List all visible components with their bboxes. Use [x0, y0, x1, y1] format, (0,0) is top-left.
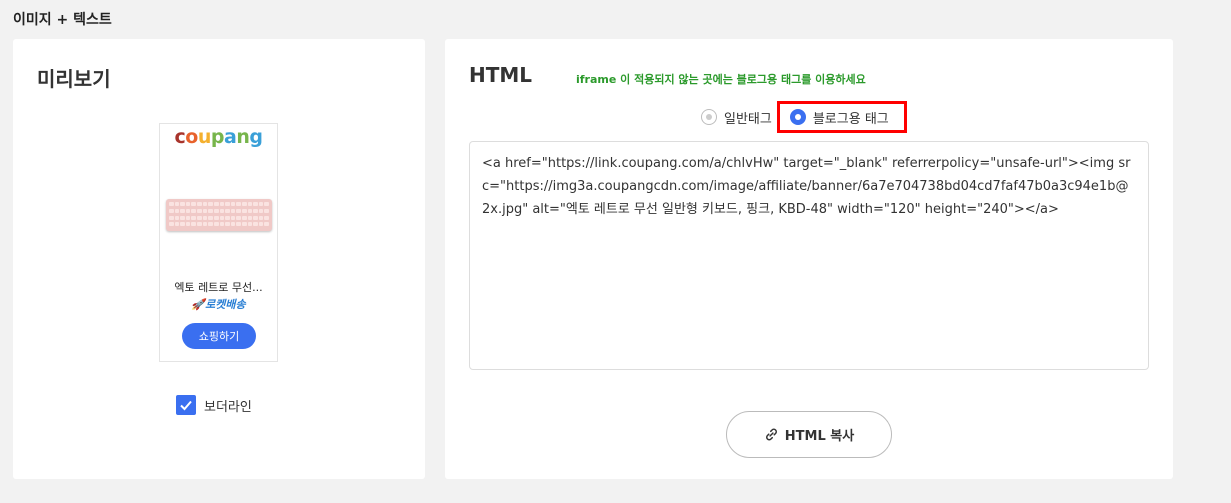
html-panel: HTML iframe 이 적용되지 않는 곳에는 블로그용 태그를 이용하세요…	[445, 39, 1173, 479]
rocket-delivery-badge: 🚀로켓배송	[191, 298, 246, 311]
html-code-textarea[interactable]: <a href="https://link.coupang.com/a/chlv…	[469, 141, 1149, 370]
html-heading: HTML	[469, 63, 533, 87]
border-line-checkbox[interactable]	[176, 395, 196, 415]
preview-panel: 미리보기 coupang 엑토 레트로 무선... 🚀로켓배송 쇼핑하기 보더라…	[13, 39, 425, 479]
link-icon	[764, 427, 779, 442]
border-line-label: 보더라인	[204, 399, 252, 415]
coupang-logo: coupang	[174, 126, 263, 148]
preview-heading: 미리보기	[37, 67, 111, 91]
copy-html-button[interactable]: HTML 복사	[726, 411, 892, 458]
radio-blog-tag[interactable]: 블로그용 태그	[776, 101, 907, 133]
product-name: 엑토 레트로 무선...	[174, 281, 263, 294]
section-title: 이미지 + 텍스트	[13, 12, 112, 28]
border-line-option[interactable]: 보더라인	[176, 395, 252, 415]
radio-unselected-icon[interactable]	[701, 109, 717, 125]
banner-preview[interactable]: coupang 엑토 레트로 무선... 🚀로켓배송 쇼핑하기	[159, 123, 278, 362]
radio-normal-tag[interactable]: 일반태그	[701, 108, 772, 127]
product-image	[166, 199, 272, 231]
radio-selected-icon[interactable]	[789, 109, 806, 125]
shop-button[interactable]: 쇼핑하기	[182, 323, 256, 349]
check-icon	[180, 400, 192, 411]
iframe-notice: iframe 이 적용되지 않는 곳에는 블로그용 태그를 이용하세요	[576, 73, 866, 86]
tag-type-radio-group: 일반태그 블로그용 태그	[701, 101, 907, 133]
